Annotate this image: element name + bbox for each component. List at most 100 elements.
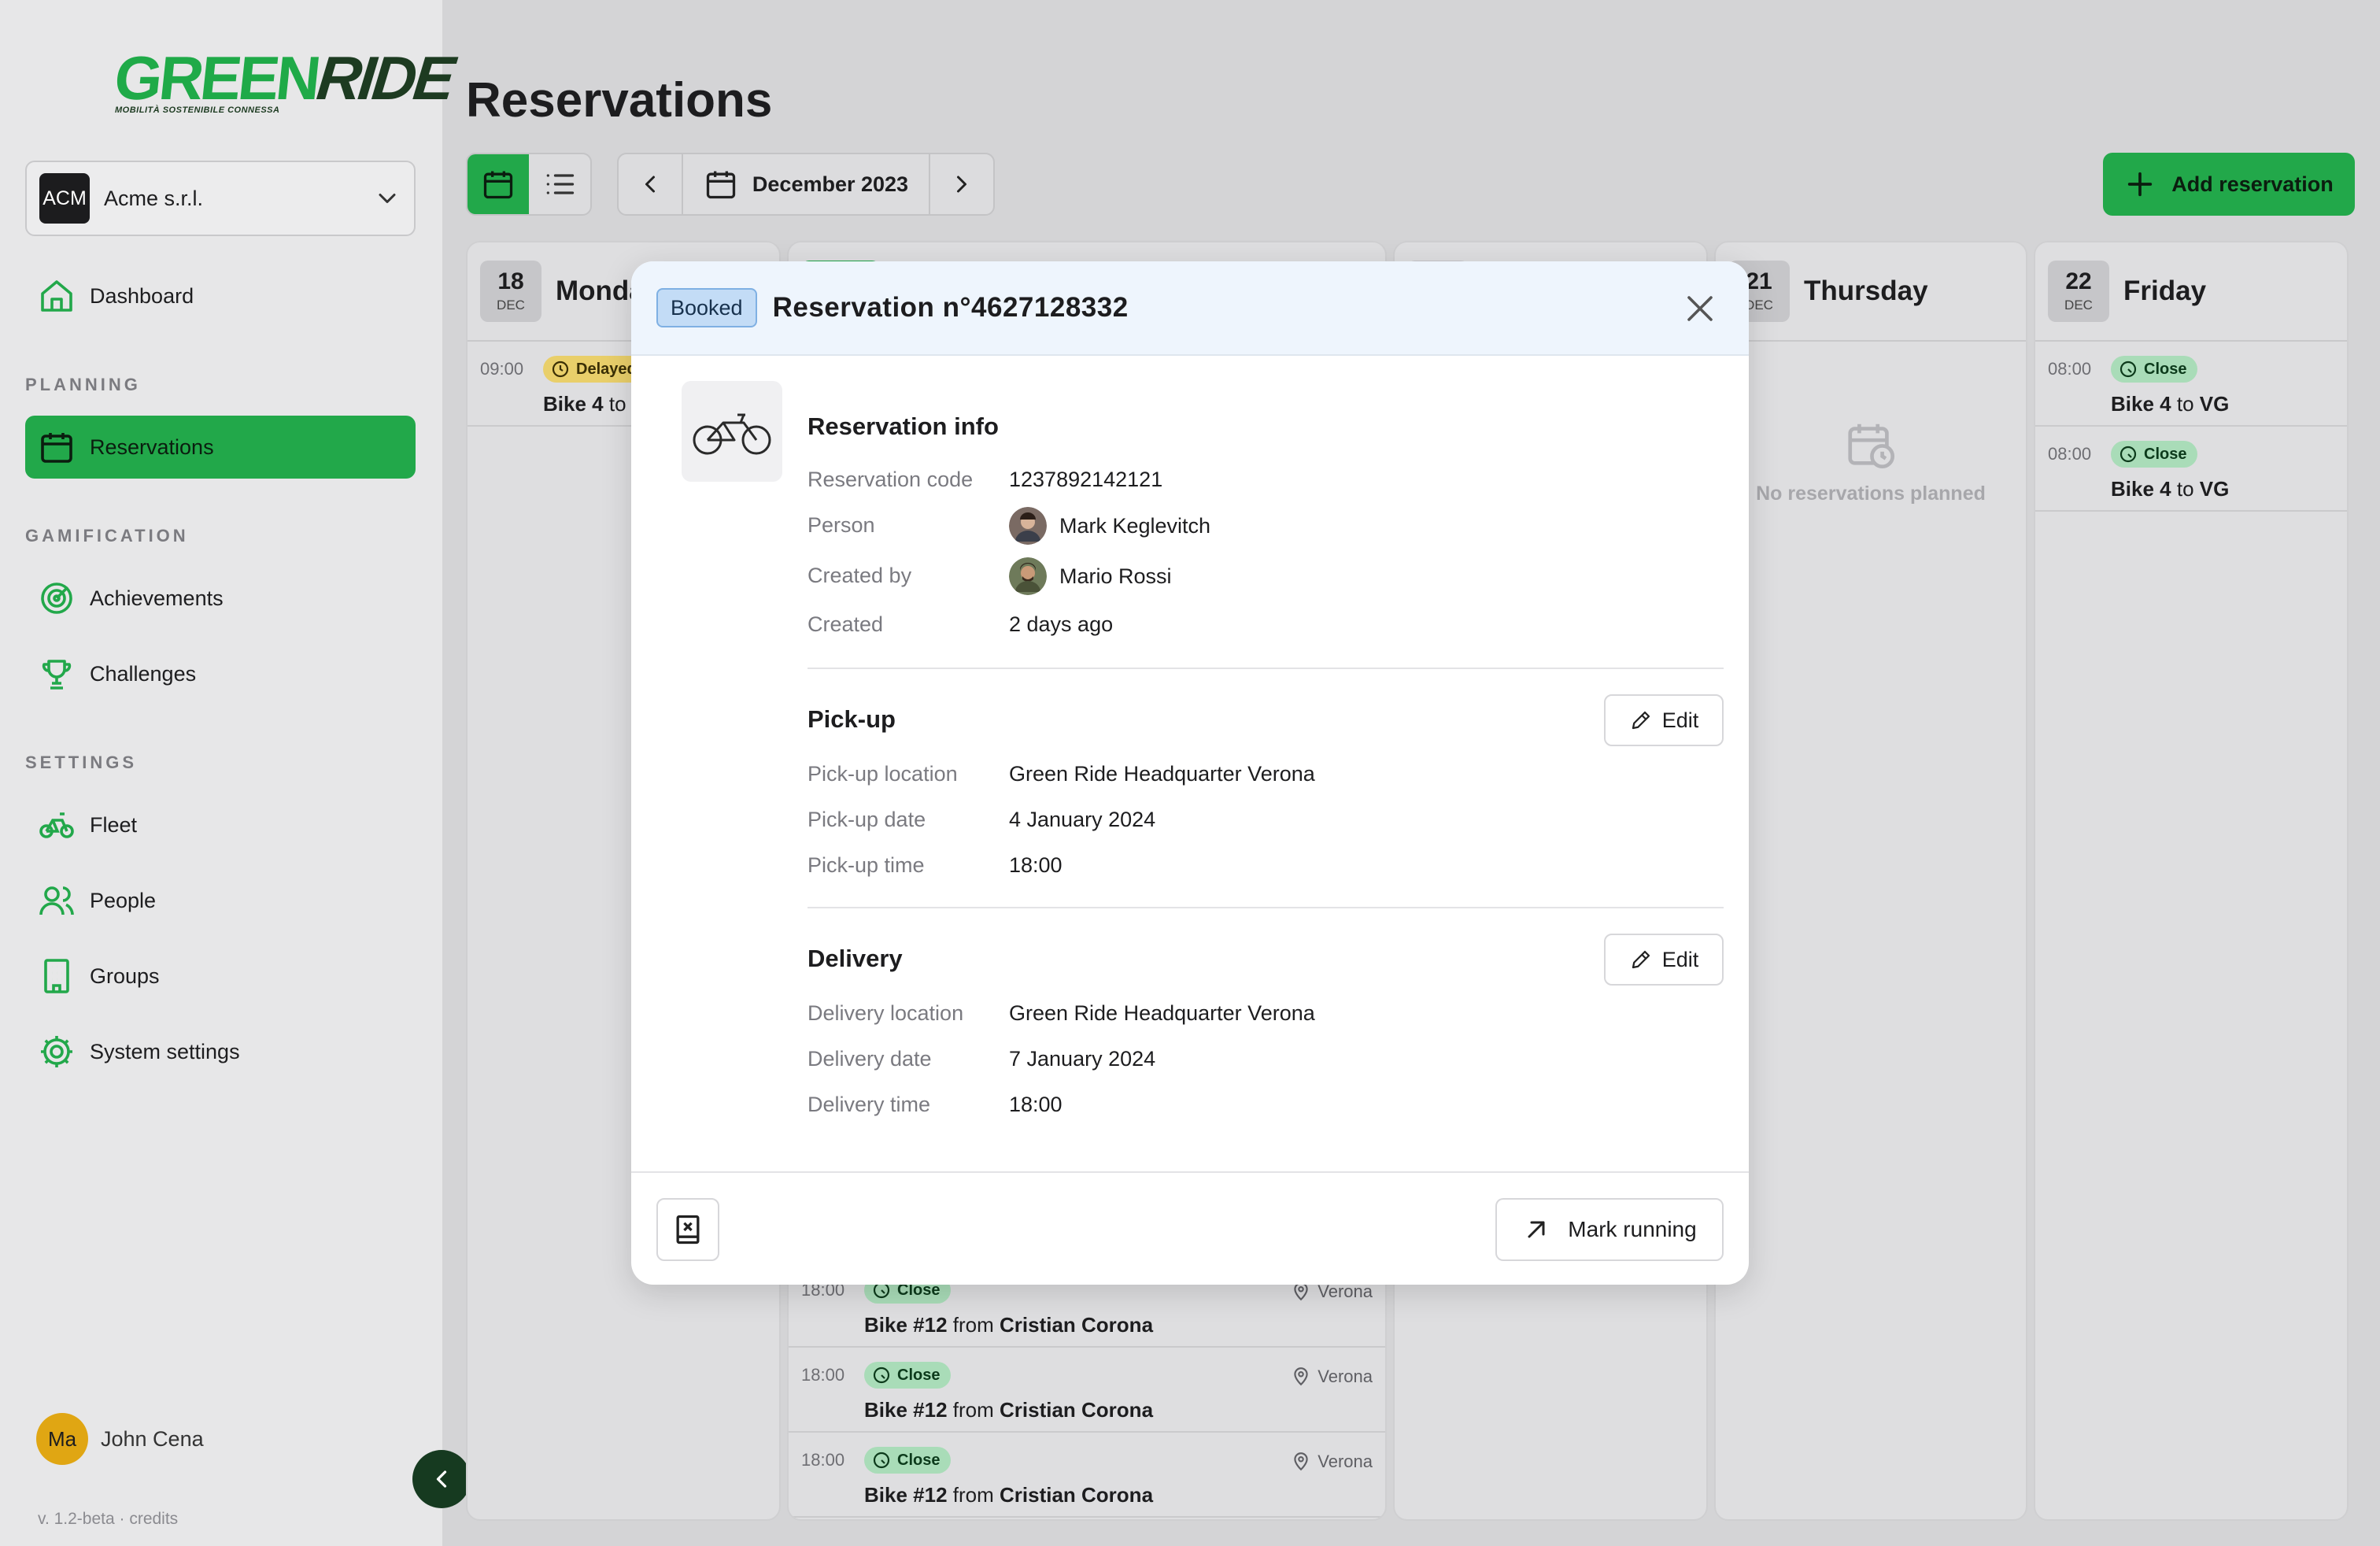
close-icon[interactable]: [1681, 290, 1719, 327]
chevron-down-icon: [379, 194, 396, 203]
status-badge: Close: [2111, 441, 2198, 468]
day-column-thursday: 21 DEC Thursday No reservations planned: [1714, 241, 2027, 1521]
reservation-code-label: Reservation code: [808, 468, 974, 491]
day-header: 22 DEC Friday: [2035, 242, 2347, 342]
greenride-logo[interactable]: GREENRIDE MOBILITÀ SOSTENIBILE CONNESSA: [111, 43, 455, 118]
nav-reservations-label: Reservations: [90, 435, 214, 459]
day-header: 21 DEC Thursday: [1716, 242, 2026, 342]
clock-icon: [873, 1367, 890, 1384]
home-icon: [41, 280, 72, 312]
nav-system-settings[interactable]: System settings: [25, 1020, 416, 1083]
reservation-title: Bike 4 to VG: [2111, 477, 2230, 501]
user-profile[interactable]: Ma John Cena: [36, 1413, 204, 1465]
section-settings: SETTINGS: [25, 753, 138, 772]
bike-icon: [39, 812, 74, 838]
nav-fleet-label: Fleet: [90, 812, 138, 837]
org-name: Acme s.r.l.: [104, 186, 204, 210]
reservation-title: Bike 4 to VG: [2111, 392, 2230, 416]
pickup-date-value: 4 January 2024: [1009, 808, 1156, 831]
pickup-location-value: Green Ride Headquarter Verona: [1009, 762, 1315, 786]
avatar: [1009, 557, 1047, 595]
prev-month-button[interactable]: [619, 154, 682, 214]
list-icon: [546, 174, 575, 194]
version-credits[interactable]: v. 1.2-beta · credits: [38, 1510, 178, 1529]
nav-dashboard[interactable]: Dashboard: [25, 264, 416, 327]
divider: [808, 668, 1724, 669]
map-pin-icon: [1294, 1367, 1308, 1386]
edit-pickup-button[interactable]: Edit: [1604, 694, 1724, 746]
nav-dashboard-label: Dashboard: [90, 283, 194, 308]
list-view-button[interactable]: [529, 154, 590, 214]
edit-delivery-button[interactable]: Edit: [1604, 934, 1724, 986]
created-label: Created: [808, 612, 884, 636]
target-icon: [41, 583, 72, 614]
current-month: December 2023: [752, 172, 909, 196]
reservation-card[interactable]: 08:00 Close Bike 4 to VG: [2035, 342, 2347, 427]
reservation-time: 09:00: [480, 359, 524, 379]
delivery-location-label: Delivery location: [808, 1001, 964, 1025]
nav-people[interactable]: People: [25, 869, 416, 932]
map-pin-icon: [1294, 1452, 1308, 1471]
nav-fleet[interactable]: Fleet: [25, 793, 416, 856]
modal-header: Booked Reservation n°4627128332: [631, 261, 1749, 356]
person-value[interactable]: Mark Keglevitch: [1009, 507, 1210, 545]
nav-reservations[interactable]: Reservations: [25, 416, 416, 479]
reservation-location: Verona: [1291, 1367, 1373, 1387]
pickup-time-value: 18:00: [1009, 853, 1062, 877]
date-navigator: December 2023: [617, 153, 995, 216]
modal-title: Reservation n°4627128332: [772, 292, 1129, 323]
reservation-title: Bike 4 to: [543, 392, 626, 416]
clock-icon: [2119, 361, 2137, 378]
delivery-location-value: Green Ride Headquarter Verona: [1009, 1001, 1315, 1025]
section-gamification: GAMIFICATION: [25, 526, 189, 546]
avatar: Ma: [36, 1413, 88, 1465]
reservation-location: Verona: [1291, 1452, 1373, 1472]
arrow-up-right-icon: [1528, 1221, 1545, 1238]
plus-icon: [2128, 172, 2153, 197]
collapse-sidebar-button[interactable]: [412, 1450, 471, 1508]
empty-state-text: No reservations planned: [1756, 483, 1986, 505]
status-badge: Close: [2111, 356, 2198, 383]
next-month-button[interactable]: [930, 154, 993, 214]
calendar-icon: [706, 171, 736, 199]
created-by-value[interactable]: Mario Rossi: [1009, 557, 1172, 595]
pickup-time-label: Pick-up time: [808, 853, 925, 877]
month-picker[interactable]: December 2023: [682, 154, 930, 214]
calendar-icon: [41, 433, 72, 463]
pickup-location-label: Pick-up location: [808, 762, 958, 786]
reservation-card[interactable]: 08:00 Close Bike 4 to VG: [2035, 427, 2347, 512]
calendar-clock-icon: [1848, 423, 1895, 469]
clock-icon: [873, 1452, 890, 1469]
avatar: [1009, 507, 1047, 545]
cancel-reservation-button[interactable]: [656, 1198, 719, 1261]
organization-selector[interactable]: ACM Acme s.r.l.: [25, 161, 416, 236]
user-name: John Cena: [101, 1426, 204, 1451]
add-reservation-label: Add reservation: [2171, 172, 2334, 196]
mark-running-button[interactable]: Mark running: [1495, 1198, 1724, 1261]
calendar-view-button[interactable]: [468, 154, 529, 214]
status-badge: Close: [864, 1447, 952, 1474]
nav-achievements-label: Achievements: [90, 586, 224, 610]
delivery-time-value: 18:00: [1009, 1093, 1062, 1116]
reservation-card[interactable]: 18:00 Close Verona Bike #12 from Cristia…: [789, 1433, 1385, 1518]
clock-icon: [2119, 446, 2137, 463]
reservation-list: 18:00 Close Verona Bike #12 from Cristia…: [789, 1263, 1385, 1518]
empty-state: No reservations planned: [1716, 417, 2026, 505]
reservation-card[interactable]: 18:00 Close Verona Bike #12 from Cristia…: [789, 1348, 1385, 1433]
nav-groups[interactable]: Groups: [25, 945, 416, 1008]
day-name: Thursday: [1804, 276, 1928, 306]
reservation-info-title: Reservation info: [808, 412, 999, 440]
nav-challenges[interactable]: Challenges: [25, 642, 416, 705]
nav-system-settings-label: System settings: [90, 1039, 240, 1063]
delivery-time-label: Delivery time: [808, 1093, 931, 1116]
chevron-left-icon: [436, 1470, 447, 1488]
modal-footer: Mark running: [631, 1171, 1749, 1285]
nav-achievements[interactable]: Achievements: [25, 567, 416, 630]
bike-thumbnail: [682, 381, 782, 482]
add-reservation-button[interactable]: Add reservation: [2103, 153, 2355, 216]
calendar-icon: [483, 171, 513, 199]
person-label: Person: [808, 513, 875, 537]
chevron-right-icon: [957, 176, 966, 193]
pencil-icon: [1632, 950, 1650, 969]
day-column-friday: 22 DEC Friday 08:00 Close Bike 4 to VG 0…: [2034, 241, 2349, 1521]
